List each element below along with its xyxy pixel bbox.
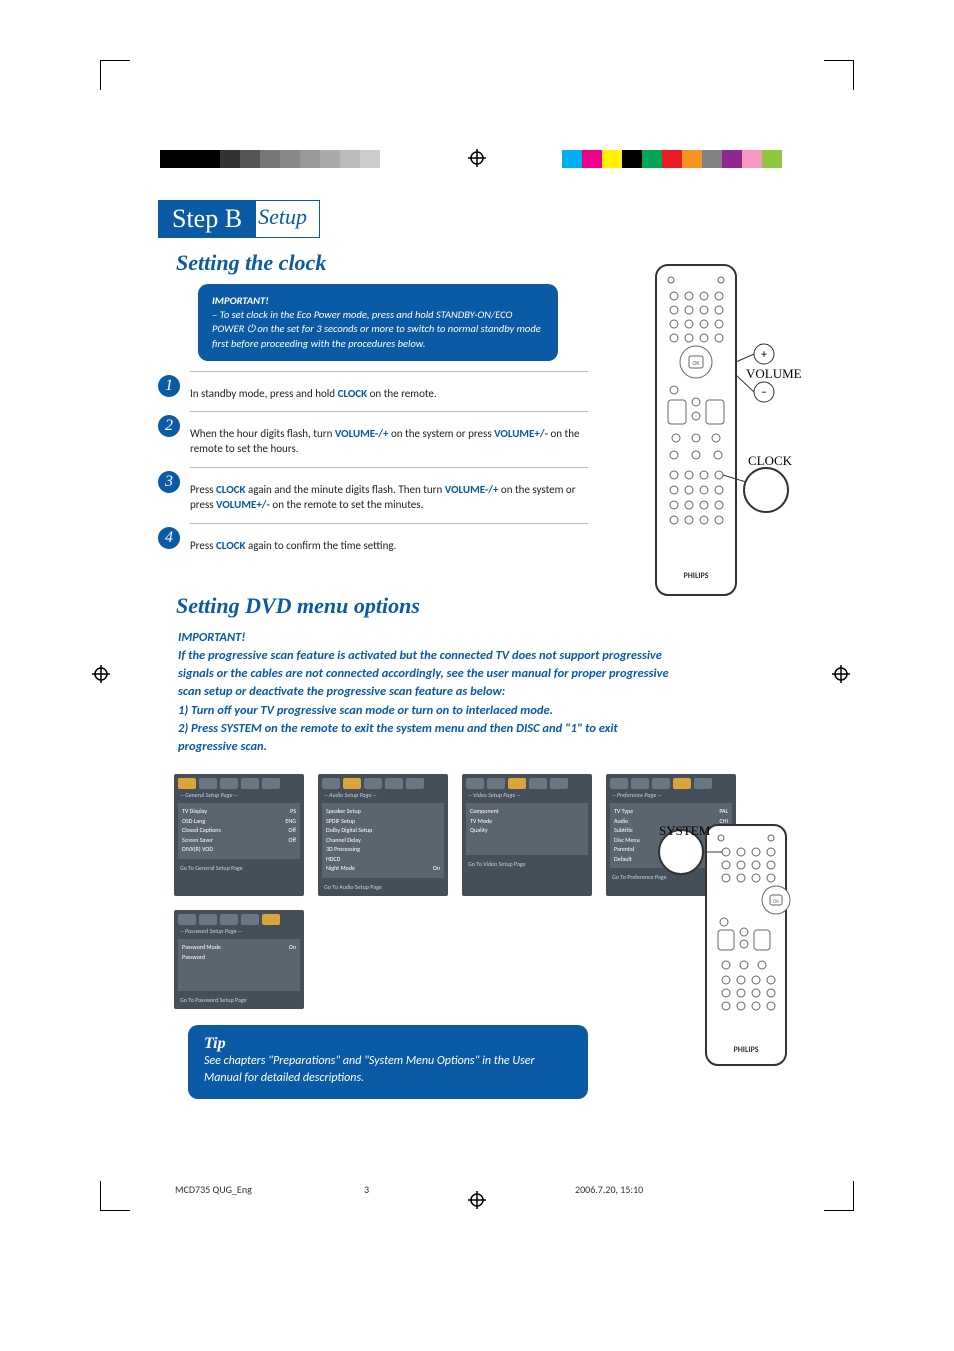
important2-line1: If the progressive scan feature is activ… — [178, 648, 669, 699]
svg-text:OK: OK — [773, 899, 779, 905]
step-item: 3 Press CLOCK again and the minute digits… — [158, 467, 588, 513]
footer-doc-id: MCD735 QUG_Eng — [175, 1183, 252, 1196]
svg-text:−: − — [761, 386, 767, 400]
brand-label: PHILIPS — [734, 1045, 759, 1055]
footer-timestamp: 2006.7.20, 15:10 — [575, 1183, 643, 1196]
step-text: In standby mode, press and hold CLOCK on… — [190, 371, 588, 401]
osd-panel: -- General Setup Page --TV DisplayPSOSD … — [174, 774, 304, 896]
step-header: Step B Setup — [158, 200, 798, 238]
step-number: 2 — [158, 415, 180, 437]
callout-volume: VOLUME — [746, 366, 802, 381]
step-badge: Step B — [158, 200, 256, 238]
step-number: 3 — [158, 471, 180, 493]
registration-mark — [468, 1191, 486, 1209]
step-item: 2 When the hour digits flash, turn VOLUME… — [158, 411, 588, 457]
step-text: When the hour digits flash, turn VOLUME-… — [190, 411, 588, 457]
step-text: Press CLOCK again and the minute digits … — [190, 467, 588, 513]
step-number: 4 — [158, 527, 180, 549]
printers-colorbar-left — [160, 150, 380, 168]
osd-panel: -- Password Setup Page --Password ModeOn… — [174, 910, 304, 1009]
important-body: – To set clock in the Eco Power mode, pr… — [212, 308, 544, 351]
svg-text:+: + — [761, 348, 767, 362]
callout-system: SYSTEM — [659, 823, 711, 838]
remote-illustration-2: OK SYSTEM PHILIPS — [636, 820, 806, 1070]
osd-panel: -- Audio Setup Page --Speaker SetupSPDIF… — [318, 774, 448, 896]
step-number: 1 — [158, 375, 180, 397]
tip-box: Tip See chapters "Preparations" and "Sys… — [188, 1025, 588, 1099]
important-note-1: IMPORTANT! – To set clock in the Eco Pow… — [198, 284, 558, 361]
step-item: 1 In standby mode, press and hold CLOCK o… — [158, 371, 588, 401]
registration-mark — [832, 665, 850, 683]
important-note-2: IMPORTANT! If the progressive scan featu… — [178, 629, 678, 756]
osd-panel: -- Video Setup Page --ComponentTV ModeQu… — [462, 774, 592, 896]
remote-illustration-1: OK + − VOLUME CLOCK PHILIPS — [636, 260, 806, 600]
tip-heading: Tip — [204, 1035, 572, 1053]
important-heading: IMPORTANT! — [212, 294, 544, 308]
callout-clock: CLOCK — [748, 453, 793, 468]
registration-mark — [92, 665, 110, 683]
important2-line2: 1) Turn off your TV progressive scan mod… — [178, 703, 553, 718]
registration-mark — [468, 149, 486, 167]
step-item: 4 Press CLOCK again to confirm the time s… — [158, 523, 588, 553]
important2-heading: IMPORTANT! — [178, 630, 245, 645]
important2-line3: 2) Press SYSTEM on the remote to exit th… — [178, 721, 618, 754]
footer-page-number: 3 — [364, 1183, 369, 1196]
tip-body: See chapters "Preparations" and "System … — [204, 1053, 572, 1087]
step-subtitle: Setup — [246, 200, 320, 238]
brand-label: PHILIPS — [684, 571, 709, 581]
svg-text:OK: OK — [692, 359, 700, 367]
step-text: Press CLOCK again to confirm the time se… — [190, 523, 588, 553]
printers-colorbar-right — [562, 150, 782, 168]
